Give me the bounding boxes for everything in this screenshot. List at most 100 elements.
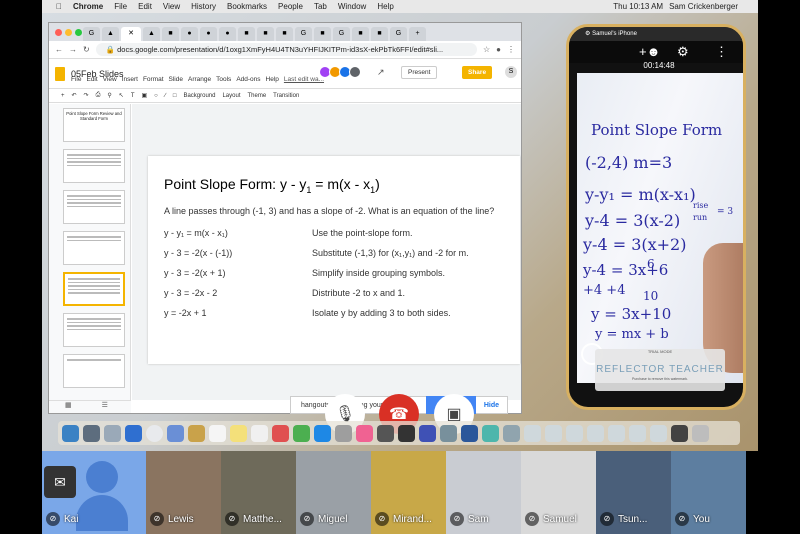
photos-icon[interactable]	[272, 424, 289, 442]
undo-icon[interactable]: ↶	[72, 92, 77, 99]
add-person-icon[interactable]: +☻	[639, 44, 660, 59]
participant-tile[interactable]: ⊘ Samuel	[521, 451, 596, 534]
menu-app-name[interactable]: Chrome	[73, 2, 103, 11]
list-view-icon[interactable]: ☰	[102, 401, 108, 413]
url-input[interactable]: 🔒 docs.google.com/presentation/d/1oxg1Xm…	[95, 43, 477, 56]
facetime-icon[interactable]	[314, 424, 331, 442]
word-icon[interactable]	[461, 424, 478, 442]
browser-tab[interactable]: ●	[181, 27, 198, 41]
menu-people[interactable]: People	[278, 2, 303, 11]
participant-tile[interactable]: ⊘ Miguel	[296, 451, 371, 534]
participant-tile[interactable]: ⊘ Tsun...	[596, 451, 671, 534]
folder-icon[interactable]	[566, 424, 583, 442]
trash-icon[interactable]	[692, 424, 709, 442]
calendar-icon[interactable]	[209, 424, 226, 442]
folder-icon[interactable]	[608, 424, 625, 442]
extension-icon[interactable]: ●	[496, 45, 501, 54]
mail-icon[interactable]	[167, 424, 184, 442]
notes-icon[interactable]	[230, 424, 247, 442]
gear-icon[interactable]: ⚙	[585, 31, 590, 37]
menu-user[interactable]: Sam Crickenberger	[669, 2, 738, 11]
toolbar-layout[interactable]: Layout	[222, 93, 240, 99]
browser-tab[interactable]: G	[83, 27, 100, 41]
folder-icon[interactable]	[629, 424, 646, 442]
slide-thumbnail[interactable]: 3	[63, 190, 125, 224]
menu-view[interactable]: View	[163, 2, 180, 11]
browser-tab[interactable]: +	[409, 27, 426, 41]
avatar[interactable]	[349, 66, 361, 78]
browser-tab[interactable]: ■	[314, 27, 331, 41]
settings-icon[interactable]	[335, 424, 352, 442]
folder-icon[interactable]	[587, 424, 604, 442]
slides-menu-addons[interactable]: Add-ons	[236, 76, 260, 83]
slide[interactable]: Point Slope Form: y - y1 = m(x - x1) A l…	[148, 156, 520, 364]
browser-tab[interactable]: G	[390, 27, 407, 41]
menu-tab[interactable]: Tab	[314, 2, 327, 11]
music-icon[interactable]	[356, 424, 373, 442]
shape-icon[interactable]: ○	[154, 93, 158, 99]
browser-tab[interactable]: ▲	[102, 27, 119, 41]
participant-tile[interactable]: ⊘ Sam	[446, 451, 521, 534]
slide-thumbnail[interactable]: 1Point Slope Form Review and Standard Fo…	[63, 108, 125, 142]
app-icon[interactable]	[440, 424, 457, 442]
folder-icon[interactable]	[524, 424, 541, 442]
folder-icon[interactable]	[650, 424, 667, 442]
finder-icon[interactable]	[62, 424, 79, 442]
menu-clock[interactable]: Thu 10:13 AM	[613, 2, 663, 11]
app-icon[interactable]	[671, 424, 688, 442]
close-window-icon[interactable]	[55, 29, 62, 36]
browser-tab[interactable]: ■	[238, 27, 255, 41]
maximize-window-icon[interactable]	[75, 29, 82, 36]
last-edit-link[interactable]: Last edit wa...	[284, 76, 324, 83]
menu-history[interactable]: History	[191, 2, 216, 11]
slide-thumbnail-selected[interactable]: 5	[63, 272, 125, 306]
bookmark-star-icon[interactable]: ☆	[483, 45, 490, 54]
participant-tile[interactable]: ⊘ Matthe...	[221, 451, 296, 534]
image-icon[interactable]: ▣	[142, 92, 148, 99]
account-avatar[interactable]: S	[505, 66, 517, 78]
print-icon[interactable]: ⎙	[96, 92, 101, 99]
new-slide-icon[interactable]: +	[61, 93, 65, 99]
folder-icon[interactable]	[545, 424, 562, 442]
activity-icon[interactable]: ↗	[377, 67, 385, 78]
browser-tab[interactable]: ■	[352, 27, 369, 41]
gear-icon[interactable]: ⚙	[677, 44, 689, 60]
chat-button[interactable]: ✉	[44, 466, 76, 498]
menu-window[interactable]: Window	[338, 2, 366, 11]
browser-tab[interactable]: ■	[276, 27, 293, 41]
toolbar-transition[interactable]: Transition	[273, 93, 299, 99]
browser-tab[interactable]: ■	[162, 27, 179, 41]
grid-view-icon[interactable]: ▦	[65, 401, 72, 413]
reminders-icon[interactable]	[251, 424, 268, 442]
browser-tab[interactable]: ■	[371, 27, 388, 41]
present-button[interactable]: Present	[401, 66, 438, 79]
slides-menu-view[interactable]: View	[103, 76, 117, 83]
hide-button[interactable]: Hide	[476, 402, 507, 409]
toolbar-background[interactable]: Background	[183, 93, 215, 99]
menu-edit[interactable]: Edit	[138, 2, 152, 11]
reload-icon[interactable]: ↻	[83, 45, 90, 54]
minimize-window-icon[interactable]	[65, 29, 72, 36]
browser-tab[interactable]: G	[333, 27, 350, 41]
select-icon[interactable]: ↖	[119, 92, 124, 99]
app-icon[interactable]	[419, 424, 436, 442]
browser-tab[interactable]: ●	[219, 27, 236, 41]
slide-thumbnail[interactable]: 4	[63, 231, 125, 265]
menu-file[interactable]: File	[114, 2, 127, 11]
browser-tab[interactable]: ■	[257, 27, 274, 41]
participant-tile[interactable]: ⊘ You	[671, 451, 746, 534]
terminal-icon[interactable]	[398, 424, 415, 442]
app-icon[interactable]	[482, 424, 499, 442]
chrome-icon[interactable]	[146, 424, 163, 442]
toolbar-theme[interactable]: Theme	[247, 93, 266, 99]
more-menu-icon[interactable]: ⋮	[507, 45, 515, 54]
slides-menu-help[interactable]: Help	[266, 76, 279, 83]
slide-thumbnail[interactable]: 2	[63, 149, 125, 183]
slides-menu-insert[interactable]: Insert	[122, 76, 138, 83]
slide-thumbnail[interactable]: 7	[63, 354, 125, 388]
textbox-icon[interactable]: T	[131, 93, 135, 99]
slides-menu-edit[interactable]: Edit	[86, 76, 97, 83]
apple-icon[interactable]: 	[56, 2, 62, 11]
slides-menu-arrange[interactable]: Arrange	[188, 76, 211, 83]
slides-menu-file[interactable]: File	[71, 76, 81, 83]
